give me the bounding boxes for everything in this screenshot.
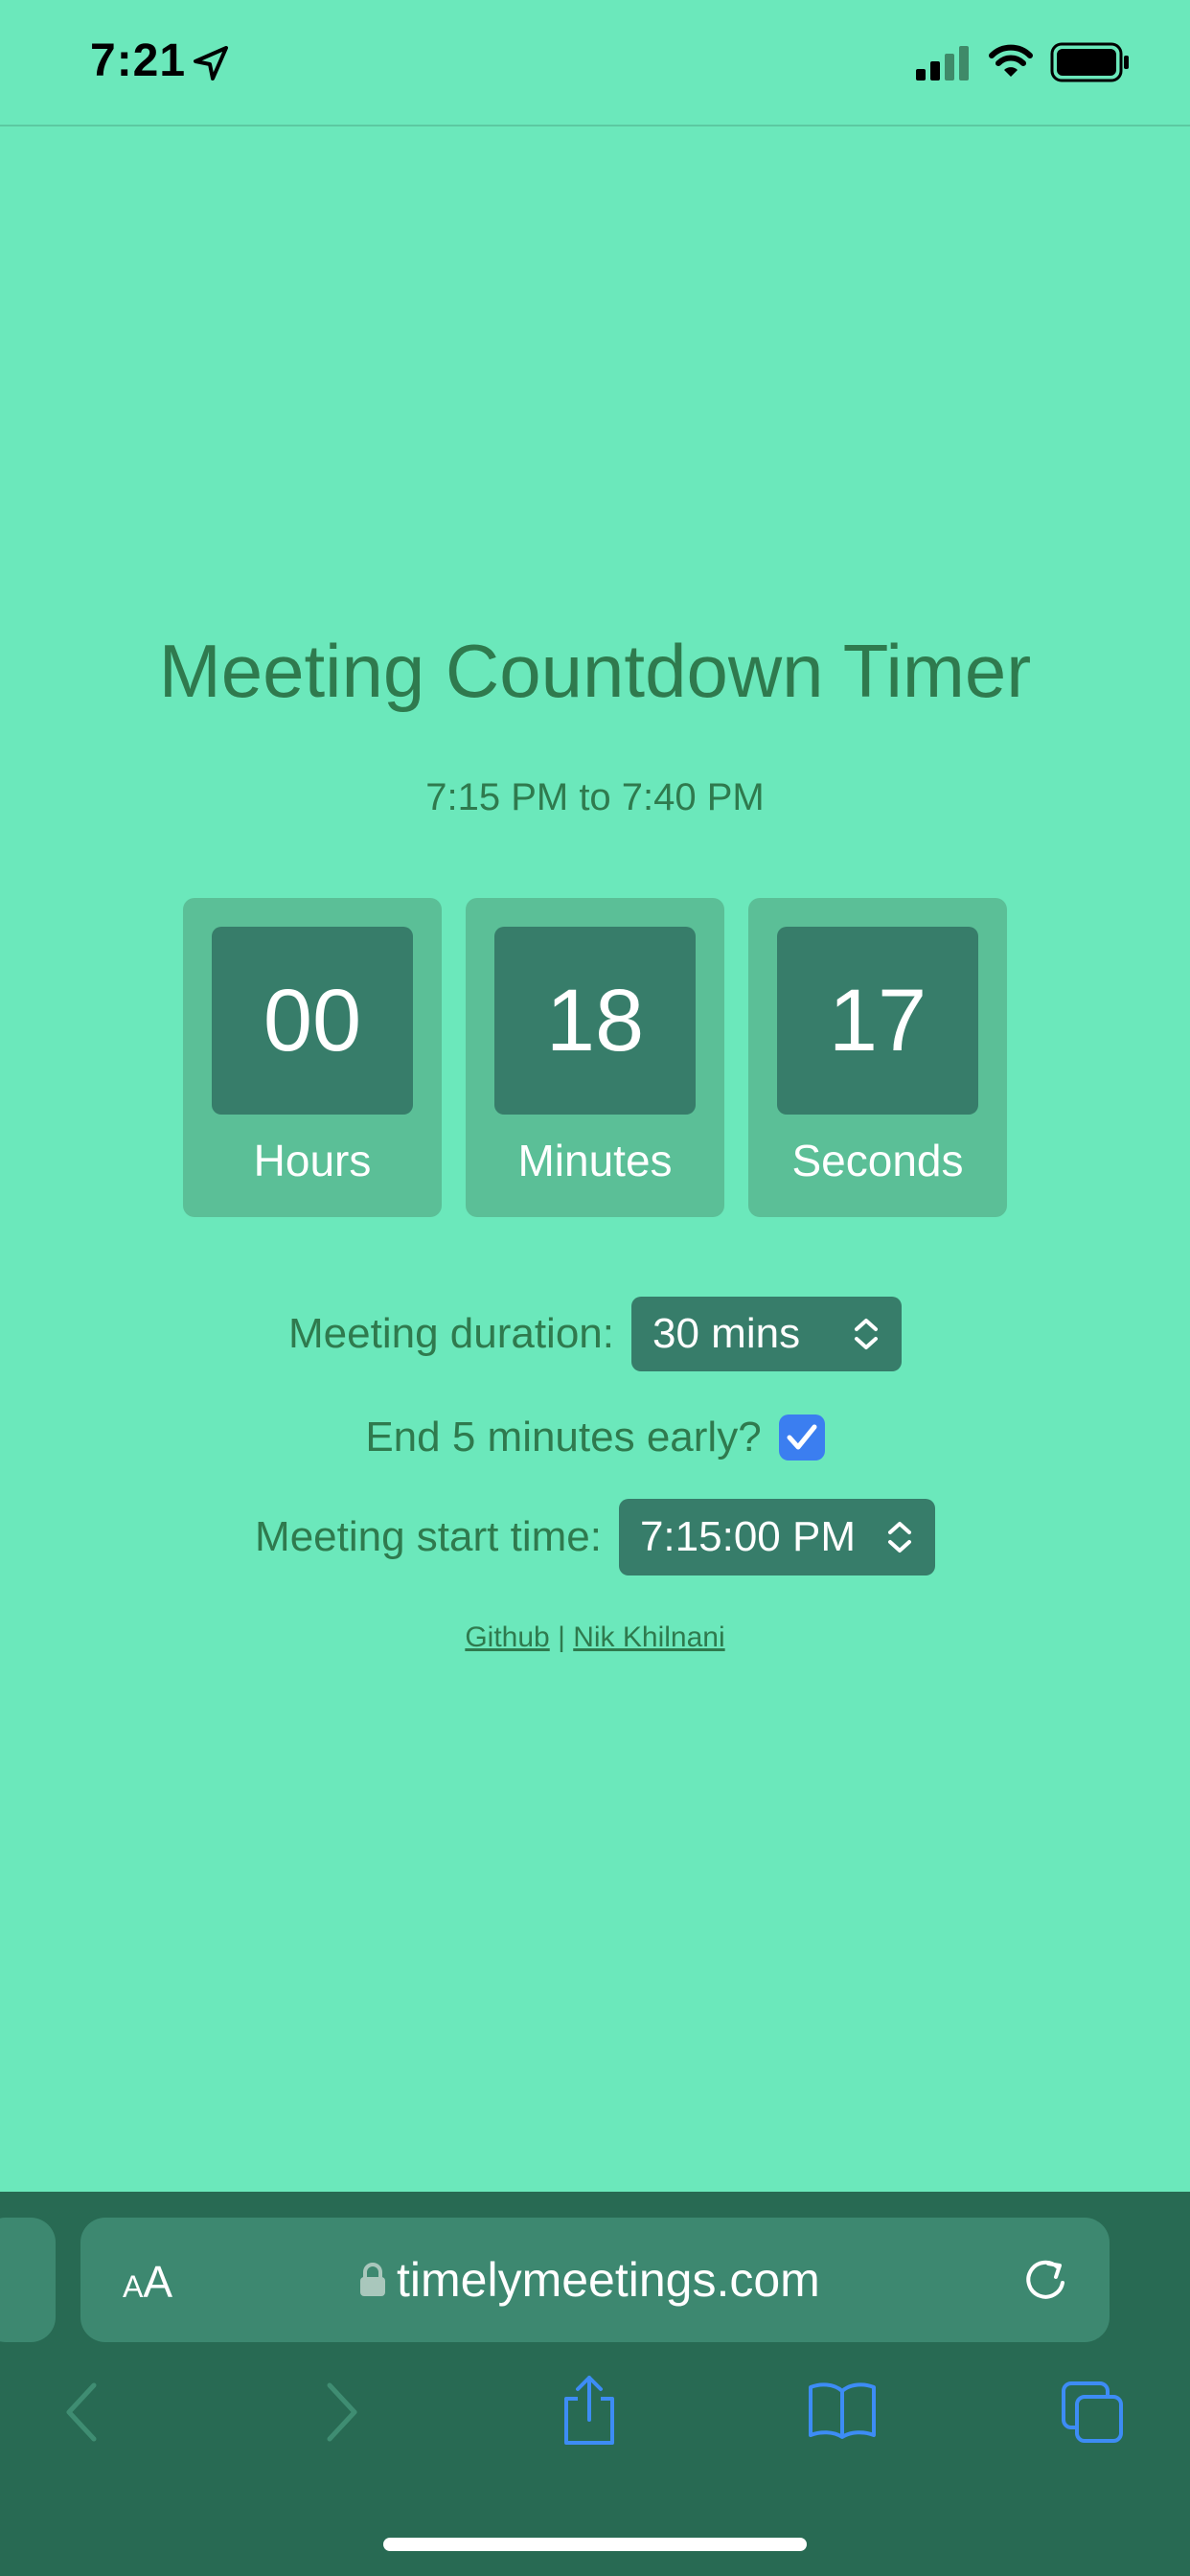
hours-value: 00 [212,927,413,1115]
duration-value: 30 mins [652,1310,801,1357]
url-text: timelymeetings.com [397,2253,820,2307]
duration-select[interactable]: 30 mins [631,1297,902,1371]
github-link[interactable]: Github [465,1622,549,1653]
end-early-label: End 5 minutes early? [365,1414,762,1460]
seconds-label: Seconds [791,1136,964,1185]
browser-toolbar: AA timelymeetings.com [0,2192,1190,2576]
address-bar[interactable]: AA timelymeetings.com [80,2218,1110,2342]
start-time-picker[interactable]: 7:15:00 PM [618,1499,935,1576]
share-icon[interactable] [561,2374,618,2447]
link-separator: | [558,1622,565,1653]
end-early-checkbox[interactable] [778,1414,825,1460]
lock-icon [360,2263,385,2296]
start-time-value: 7:15:00 PM [639,1513,856,1560]
bookmarks-icon[interactable] [807,2380,878,2441]
page-title: Meeting Countdown Timer [158,629,1032,713]
start-time-label: Meeting start time: [255,1513,602,1560]
select-chevrons-icon [887,1522,911,1552]
hours-label: Hours [253,1136,372,1185]
end-early-row: End 5 minutes early? [0,1414,1190,1461]
back-icon[interactable] [63,2381,102,2443]
select-chevrons-icon [855,1319,878,1349]
forward-icon[interactable] [322,2381,360,2443]
tabs-icon[interactable] [1060,2380,1127,2447]
duration-row: Meeting duration: 30 mins [0,1297,1190,1371]
countdown-seconds-card: 17 Seconds [748,898,1007,1217]
minutes-label: Minutes [517,1136,673,1185]
footer-links: Github | Nik Khilnani [0,1622,1190,1654]
meeting-time-range: 7:15 PM to 7:40 PM [425,776,765,818]
seconds-value: 17 [777,927,978,1115]
author-link[interactable]: Nik Khilnani [573,1622,724,1653]
countdown-minutes-card: 18 Minutes [466,898,724,1217]
status-bar: 7:21 [0,0,1190,126]
checkmark-icon [787,1424,817,1450]
reload-icon[interactable] [1019,2254,1071,2306]
location-arrow-icon [194,46,228,80]
minutes-value: 18 [494,927,696,1115]
cellular-signal-icon [916,46,969,80]
home-indicator[interactable] [383,2538,807,2551]
previous-tab-peek[interactable] [0,2218,56,2342]
duration-label: Meeting duration: [288,1310,614,1357]
countdown-hours-card: 00 Hours [183,898,442,1217]
battery-icon [1050,42,1129,82]
status-time: 7:21 [90,35,187,86]
wifi-icon [989,44,1033,77]
start-time-row: Meeting start time: 7:15:00 PM [0,1499,1190,1576]
text-size-button[interactable]: AA [123,2256,172,2308]
